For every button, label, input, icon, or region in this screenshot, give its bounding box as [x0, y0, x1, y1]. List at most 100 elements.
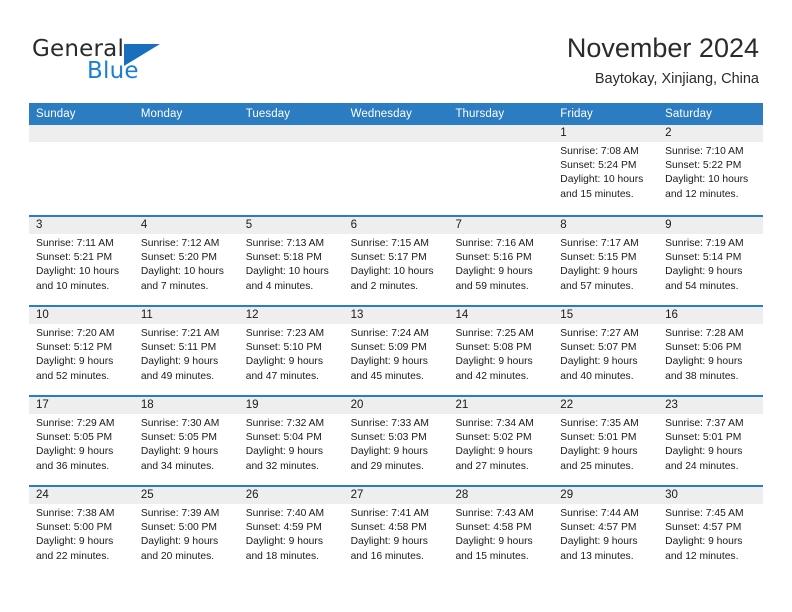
sunrise-text: Sunrise: 7:23 AM: [245, 328, 325, 339]
day-info: Sunrise: 7:35 AM Sunset: 5:01 PM Daylight:…: [553, 414, 658, 474]
sunrise-text: Sunrise: 7:21 AM: [140, 328, 220, 339]
day-cell[interactable]: 12 Sunrise: 7:23 AM Sunset: 5:10 PM Dayligh…: [238, 307, 344, 395]
day-info: Sunrise: 7:38 AM Sunset: 5:00 PM Daylight:…: [29, 504, 134, 564]
calendar-week-row: 10 Sunrise: 7:20 AM Sunset: 5:12 PM Dayligh…: [29, 305, 764, 395]
sunrise-text: Sunrise: 7:45 AM: [665, 508, 744, 519]
day-number: [133, 125, 239, 142]
sunrise-text: Sunrise: 7:37 AM: [665, 418, 744, 429]
day-info: Sunrise: 7:44 AM Sunset: 4:57 PM Daylight:…: [553, 504, 658, 564]
sunrise-text: Sunrise: 7:16 AM: [455, 238, 534, 249]
day-cell[interactable]: 15 Sunrise: 7:27 AM Sunset: 5:07 PM Dayligh…: [553, 307, 659, 395]
day-number: 15: [553, 307, 659, 324]
day-cell[interactable]: 9 Sunrise: 7:19 AM Sunset: 5:14 PM Daylight…: [658, 217, 764, 305]
daylight-text: Daylight: 9 hours and 38 minutes.: [665, 356, 743, 382]
sunrise-text: Sunrise: 7:19 AM: [665, 238, 744, 249]
day-cell[interactable]: 21 Sunrise: 7:34 AM Sunset: 5:02 PM Dayligh…: [448, 397, 554, 485]
day-cell[interactable]: 17 Sunrise: 7:29 AM Sunset: 5:05 PM Dayligh…: [29, 397, 134, 485]
sunrise-text: Sunrise: 7:27 AM: [560, 328, 639, 339]
sunset-text: Sunset: 4:58 PM: [455, 522, 532, 534]
sunset-text: Sunset: 5:17 PM: [350, 252, 427, 264]
day-cell[interactable]: 5 Sunrise: 7:13 AM Sunset: 5:18 PM Daylight…: [238, 217, 344, 305]
day-cell-empty: [133, 125, 239, 215]
day-info: Sunrise: 7:12 AM Sunset: 5:20 PM Daylight:…: [134, 234, 239, 294]
day-cell[interactable]: 29 Sunrise: 7:44 AM Sunset: 4:57 PM Dayligh…: [553, 487, 659, 575]
day-cell[interactable]: 18 Sunrise: 7:30 AM Sunset: 5:05 PM Dayligh…: [133, 397, 239, 485]
day-number: 7: [448, 217, 554, 234]
day-cell[interactable]: 23 Sunrise: 7:37 AM Sunset: 5:01 PM Dayligh…: [658, 397, 764, 485]
daylight-text: Daylight: 9 hours and 42 minutes.: [455, 356, 533, 382]
daylight-text: Daylight: 10 hours and 15 minutes.: [560, 174, 644, 200]
day-info: Sunrise: 7:23 AM Sunset: 5:10 PM Daylight:…: [239, 324, 344, 384]
day-number: 18: [133, 397, 239, 414]
day-number: 9: [658, 217, 764, 234]
sunrise-text: Sunrise: 7:41 AM: [350, 508, 429, 519]
day-cell[interactable]: 11 Sunrise: 7:21 AM Sunset: 5:11 PM Dayligh…: [133, 307, 239, 395]
day-number: 27: [343, 487, 449, 504]
day-number: 12: [238, 307, 344, 324]
day-number: 20: [343, 397, 449, 414]
sunrise-text: Sunrise: 7:35 AM: [560, 418, 639, 429]
day-number: 22: [553, 397, 659, 414]
sunset-text: Sunset: 5:01 PM: [665, 432, 742, 444]
day-info: Sunrise: 7:32 AM Sunset: 5:04 PM Daylight:…: [239, 414, 344, 474]
day-cell[interactable]: 14 Sunrise: 7:25 AM Sunset: 5:08 PM Dayligh…: [448, 307, 554, 395]
sunset-text: Sunset: 5:10 PM: [245, 342, 322, 354]
day-cell[interactable]: 3 Sunrise: 7:11 AM Sunset: 5:21 PM Daylight…: [29, 217, 134, 305]
sunrise-text: Sunrise: 7:20 AM: [36, 328, 115, 339]
day-cell[interactable]: 4 Sunrise: 7:12 AM Sunset: 5:20 PM Daylight…: [133, 217, 239, 305]
day-cell[interactable]: 22 Sunrise: 7:35 AM Sunset: 5:01 PM Dayligh…: [553, 397, 659, 485]
day-cell[interactable]: 6 Sunrise: 7:15 AM Sunset: 5:17 PM Daylight…: [343, 217, 449, 305]
brand-name-blue: Blue: [87, 58, 139, 84]
day-cell[interactable]: 13 Sunrise: 7:24 AM Sunset: 5:09 PM Dayligh…: [343, 307, 449, 395]
day-number: 6: [343, 217, 449, 234]
day-cell[interactable]: 27 Sunrise: 7:41 AM Sunset: 4:58 PM Dayligh…: [343, 487, 449, 575]
day-cell-empty: [343, 125, 449, 215]
sunrise-text: Sunrise: 7:11 AM: [36, 238, 114, 249]
calendar-week-row: 17 Sunrise: 7:29 AM Sunset: 5:05 PM Dayligh…: [29, 395, 764, 485]
day-cell[interactable]: 26 Sunrise: 7:40 AM Sunset: 4:59 PM Dayligh…: [238, 487, 344, 575]
calendar-grid: Sunday Monday Tuesday Wednesday Thursday Frid…: [29, 103, 764, 575]
day-number: [448, 125, 554, 142]
calendar-week-row: 3 Sunrise: 7:11 AM Sunset: 5:21 PM Daylight…: [29, 215, 764, 305]
day-cell[interactable]: 8 Sunrise: 7:17 AM Sunset: 5:15 PM Daylight…: [553, 217, 659, 305]
day-number: 13: [343, 307, 449, 324]
day-cell[interactable]: 19 Sunrise: 7:32 AM Sunset: 5:04 PM Dayligh…: [238, 397, 344, 485]
sunset-text: Sunset: 5:06 PM: [665, 342, 742, 354]
sunset-text: Sunset: 4:57 PM: [560, 522, 637, 534]
day-info: Sunrise: 7:29 AM Sunset: 5:05 PM Daylight:…: [29, 414, 134, 474]
day-cell[interactable]: 1 Sunrise: 7:08 AM Sunset: 5:24 PM Daylight…: [553, 125, 659, 215]
daylight-text: Daylight: 9 hours and 49 minutes.: [140, 356, 219, 382]
day-number: 4: [133, 217, 239, 234]
day-info: Sunrise: 7:27 AM Sunset: 5:07 PM Daylight:…: [553, 324, 658, 384]
day-cell[interactable]: 2 Sunrise: 7:10 AM Sunset: 5:22 PM Daylight…: [658, 125, 764, 215]
sunset-text: Sunset: 5:15 PM: [560, 252, 637, 264]
day-number: 23: [658, 397, 764, 414]
sunset-text: Sunset: 5:01 PM: [560, 432, 637, 444]
daylight-text: Daylight: 9 hours and 47 minutes.: [245, 356, 323, 382]
sunset-text: Sunset: 5:24 PM: [560, 160, 637, 172]
brand-logo[interactable]: General Blue: [32, 36, 272, 88]
day-cell[interactable]: 30 Sunrise: 7:45 AM Sunset: 4:57 PM Dayligh…: [658, 487, 764, 575]
day-cell[interactable]: 7 Sunrise: 7:16 AM Sunset: 5:16 PM Daylight…: [448, 217, 554, 305]
day-info: Sunrise: 7:24 AM Sunset: 5:09 PM Daylight:…: [344, 324, 449, 384]
day-cell[interactable]: 25 Sunrise: 7:39 AM Sunset: 5:00 PM Dayligh…: [133, 487, 239, 575]
weekday-header-tuesday: Tuesday: [245, 108, 291, 120]
day-number: 3: [29, 217, 134, 234]
day-info: Sunrise: 7:20 AM Sunset: 5:12 PM Daylight:…: [29, 324, 134, 384]
daylight-text: Daylight: 9 hours and 29 minutes.: [350, 446, 428, 472]
day-cell[interactable]: 24 Sunrise: 7:38 AM Sunset: 5:00 PM Dayligh…: [29, 487, 134, 575]
daylight-text: Daylight: 9 hours and 27 minutes.: [455, 446, 533, 472]
sunrise-text: Sunrise: 7:44 AM: [560, 508, 639, 519]
sunset-text: Sunset: 5:21 PM: [36, 252, 113, 264]
day-cell[interactable]: 16 Sunrise: 7:28 AM Sunset: 5:06 PM Dayligh…: [658, 307, 764, 395]
title-block: November 2024 Baytokay, Xinjiang, China: [567, 32, 759, 88]
day-info: Sunrise: 7:16 AM Sunset: 5:16 PM Daylight:…: [448, 234, 553, 294]
day-cell[interactable]: 10 Sunrise: 7:20 AM Sunset: 5:12 PM Dayligh…: [29, 307, 134, 395]
day-cell[interactable]: 28 Sunrise: 7:43 AM Sunset: 4:58 PM Dayligh…: [448, 487, 554, 575]
daylight-text: Daylight: 9 hours and 54 minutes.: [665, 266, 743, 292]
day-number: 24: [29, 487, 134, 504]
day-number: 25: [133, 487, 239, 504]
weekday-header-wednesday: Wednesday: [350, 108, 412, 120]
sunset-text: Sunset: 5:20 PM: [140, 252, 217, 264]
day-cell[interactable]: 20 Sunrise: 7:33 AM Sunset: 5:03 PM Dayligh…: [343, 397, 449, 485]
